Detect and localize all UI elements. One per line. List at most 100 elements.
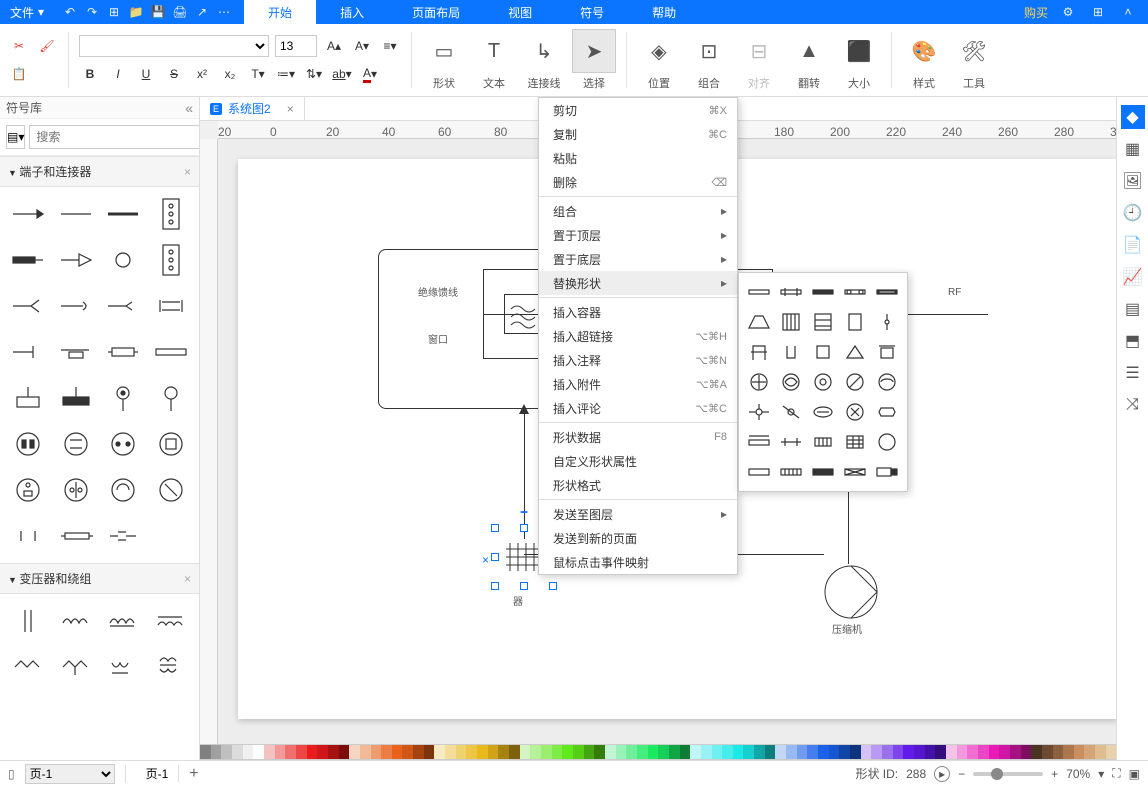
submenu-shape[interactable]: [873, 279, 901, 305]
color-swatch[interactable]: [754, 745, 765, 759]
submenu-shape[interactable]: [777, 339, 805, 365]
collapse-panel-icon[interactable]: «: [185, 100, 193, 116]
color-swatch[interactable]: [307, 745, 318, 759]
new-icon[interactable]: ⊞: [104, 2, 124, 22]
color-swatch[interactable]: [605, 745, 616, 759]
rp-shuffle-icon[interactable]: ⤨: [1121, 393, 1145, 417]
menu-item[interactable]: 插入超链接⌥⌘H: [539, 324, 737, 348]
color-swatch[interactable]: [957, 745, 968, 759]
menu-item[interactable]: 删除⌫: [539, 170, 737, 194]
color-swatch[interactable]: [211, 745, 222, 759]
zoom-in-icon[interactable]: +: [1051, 767, 1058, 781]
submenu-shape[interactable]: [873, 339, 901, 365]
align-icon[interactable]: ⊟: [737, 29, 781, 73]
symbol-cell[interactable]: [100, 283, 148, 329]
color-swatch[interactable]: [488, 745, 499, 759]
tab-help[interactable]: 帮助: [628, 0, 700, 24]
menu-item[interactable]: 置于底层▸: [539, 247, 737, 271]
fit-icon[interactable]: ▣: [1129, 767, 1140, 781]
submenu-shape[interactable]: [777, 399, 805, 425]
symbol-cell[interactable]: [100, 421, 148, 467]
color-swatch[interactable]: [328, 745, 339, 759]
rp-guides-icon[interactable]: ☰: [1121, 361, 1145, 385]
color-swatch[interactable]: [296, 745, 307, 759]
color-swatch[interactable]: [829, 745, 840, 759]
symbol-cell[interactable]: [100, 598, 148, 644]
symbol-cell[interactable]: [147, 329, 195, 375]
color-swatch[interactable]: [999, 745, 1010, 759]
color-swatch[interactable]: [541, 745, 552, 759]
symbol-cell[interactable]: [4, 421, 52, 467]
color-swatch[interactable]: [413, 745, 424, 759]
align-menu-icon[interactable]: ≡▾: [379, 35, 401, 57]
symbol-cell[interactable]: [4, 513, 52, 559]
settings-icon[interactable]: ⚙: [1058, 2, 1078, 22]
color-swatch[interactable]: [477, 745, 488, 759]
color-swatch[interactable]: [903, 745, 914, 759]
color-swatch[interactable]: [978, 745, 989, 759]
color-swatch[interactable]: [520, 745, 531, 759]
section-terminals[interactable]: ▼ 端子和连接器×: [0, 156, 199, 187]
color-swatch[interactable]: [243, 745, 254, 759]
color-swatch[interactable]: [967, 745, 978, 759]
rp-image-icon[interactable]: 🖼: [1121, 169, 1145, 193]
symbol-cell[interactable]: [100, 191, 148, 237]
symbol-cell[interactable]: [147, 467, 195, 513]
submenu-shape[interactable]: [777, 459, 805, 485]
submenu-shape[interactable]: [873, 459, 901, 485]
color-swatch[interactable]: [935, 745, 946, 759]
submenu-shape[interactable]: [809, 339, 837, 365]
submenu-shape[interactable]: [777, 309, 805, 335]
symbol-cell[interactable]: [147, 237, 195, 283]
menu-item[interactable]: 插入评论⌥⌘C: [539, 396, 737, 420]
color-swatch[interactable]: [584, 745, 595, 759]
symbol-cell[interactable]: [147, 191, 195, 237]
color-swatch[interactable]: [797, 745, 808, 759]
color-swatch[interactable]: [989, 745, 1000, 759]
subscript-icon[interactable]: x₂: [219, 63, 241, 85]
outline-icon[interactable]: ▯: [8, 767, 15, 781]
symbol-cell[interactable]: [4, 375, 52, 421]
submenu-shape[interactable]: [809, 279, 837, 305]
submenu-shape[interactable]: [841, 279, 869, 305]
submenu-shape[interactable]: [777, 429, 805, 455]
undo-icon[interactable]: ↶: [60, 2, 80, 22]
menu-item[interactable]: 插入附件⌥⌘A: [539, 372, 737, 396]
symbol-cell[interactable]: [100, 329, 148, 375]
color-swatch[interactable]: [339, 745, 350, 759]
submenu-shape[interactable]: [873, 399, 901, 425]
color-swatch[interactable]: [669, 745, 680, 759]
tab-layout[interactable]: 页面布局: [388, 0, 484, 24]
color-swatch[interactable]: [786, 745, 797, 759]
symbol-cell[interactable]: [100, 467, 148, 513]
symbol-cell[interactable]: [4, 237, 52, 283]
page-tab[interactable]: 页-1: [136, 765, 180, 782]
color-swatch[interactable]: [871, 745, 882, 759]
bullets-icon[interactable]: ≔▾: [275, 63, 297, 85]
color-swatch[interactable]: [285, 745, 296, 759]
color-swatch[interactable]: [594, 745, 605, 759]
tab-start[interactable]: 开始: [244, 0, 316, 24]
bold-icon[interactable]: B: [79, 63, 101, 85]
symbol-cell[interactable]: [52, 191, 100, 237]
cut-icon[interactable]: ✂: [8, 35, 30, 57]
export-icon[interactable]: ↗: [192, 2, 212, 22]
group-icon[interactable]: ⊡: [687, 29, 731, 73]
menu-item[interactable]: 插入注释⌥⌘N: [539, 348, 737, 372]
symbol-cell[interactable]: [52, 329, 100, 375]
color-swatch[interactable]: [637, 745, 648, 759]
rp-chart-icon[interactable]: 📈: [1121, 265, 1145, 289]
color-swatch[interactable]: [200, 745, 211, 759]
add-page-icon[interactable]: +: [189, 765, 198, 783]
color-swatch[interactable]: [1031, 745, 1042, 759]
color-swatch[interactable]: [733, 745, 744, 759]
flip-icon[interactable]: ▲: [787, 29, 831, 73]
rp-history-icon[interactable]: 🕘: [1121, 201, 1145, 225]
copy-icon[interactable]: 📋: [8, 63, 30, 85]
section-transformers[interactable]: ▼ 变压器和绕组×: [0, 563, 199, 594]
color-swatch[interactable]: [658, 745, 669, 759]
menu-item[interactable]: 替换形状▸: [539, 271, 737, 295]
color-swatch[interactable]: [392, 745, 403, 759]
superscript-icon[interactable]: x²: [191, 63, 213, 85]
color-swatch[interactable]: [1042, 745, 1053, 759]
